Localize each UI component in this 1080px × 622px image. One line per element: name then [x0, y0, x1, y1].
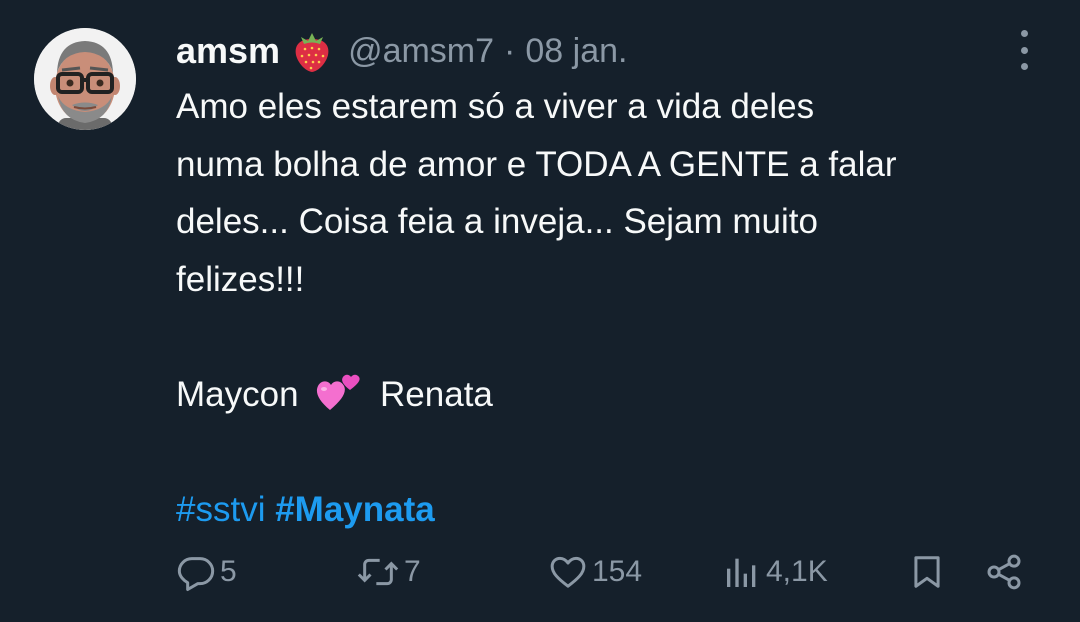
like-count: 154 — [592, 555, 643, 588]
hashtags-line: #sstvi #Maynata — [176, 481, 1056, 539]
avatar[interactable] — [34, 28, 136, 130]
tweet-text-line: Amo eles estarem só a viver a vida deles — [176, 87, 815, 126]
tweet-header: amsm @amsm7 · 08 jan. — [176, 24, 627, 78]
author-handle[interactable]: @amsm7 — [348, 32, 494, 71]
tweet-text-line: felizes!!! — [176, 259, 305, 299]
reply-count: 5 — [220, 555, 237, 588]
author-name[interactable]: amsm — [176, 30, 280, 72]
bookmark-button[interactable] — [908, 546, 946, 598]
tweet-date[interactable]: 08 jan. — [525, 32, 627, 71]
tweet-text: Amo eles estarem só a viver a vida deles… — [176, 78, 1056, 538]
hashtag-sstvi[interactable]: #sstvi — [176, 490, 265, 529]
share-icon — [987, 554, 1021, 590]
heart-icon — [550, 556, 586, 588]
retweet-count: 7 — [404, 555, 421, 588]
share-button[interactable] — [984, 546, 1024, 598]
retweet-icon — [357, 558, 399, 586]
views-bar-chart-icon — [727, 558, 756, 587]
name-renata: Renata — [380, 374, 493, 414]
views-button[interactable]: 4,1K — [722, 546, 828, 598]
names-line: Maycon Renata — [176, 366, 1056, 424]
name-maycon: Maycon — [176, 374, 299, 414]
avatar-memoji-image — [34, 28, 136, 130]
like-button[interactable]: 154 — [548, 546, 642, 598]
separator-dot: · — [504, 31, 516, 70]
strawberry-icon — [292, 29, 332, 73]
more-vertical-icon[interactable] — [1012, 30, 1036, 70]
bookmark-icon — [914, 556, 940, 588]
two-hearts-icon — [314, 372, 362, 412]
reply-button[interactable]: 5 — [176, 546, 237, 598]
views-count: 4,1K — [766, 555, 828, 588]
retweet-button[interactable]: 7 — [356, 546, 421, 598]
hashtag-maynata[interactable]: #Maynata — [275, 490, 435, 529]
tweet-actions: 5 7 154 4,1K — [0, 546, 1080, 598]
reply-bubble-icon — [177, 557, 215, 591]
tweet-text-line: deles... Coisa feia a inveja... Sejam mu… — [176, 202, 818, 241]
tweet-text-line: numa bolha de amor e TODA A GENTE a fala… — [176, 144, 897, 184]
tweet[interactable]: amsm @amsm7 · 08 jan. Amo eles estarem s… — [0, 0, 1080, 622]
